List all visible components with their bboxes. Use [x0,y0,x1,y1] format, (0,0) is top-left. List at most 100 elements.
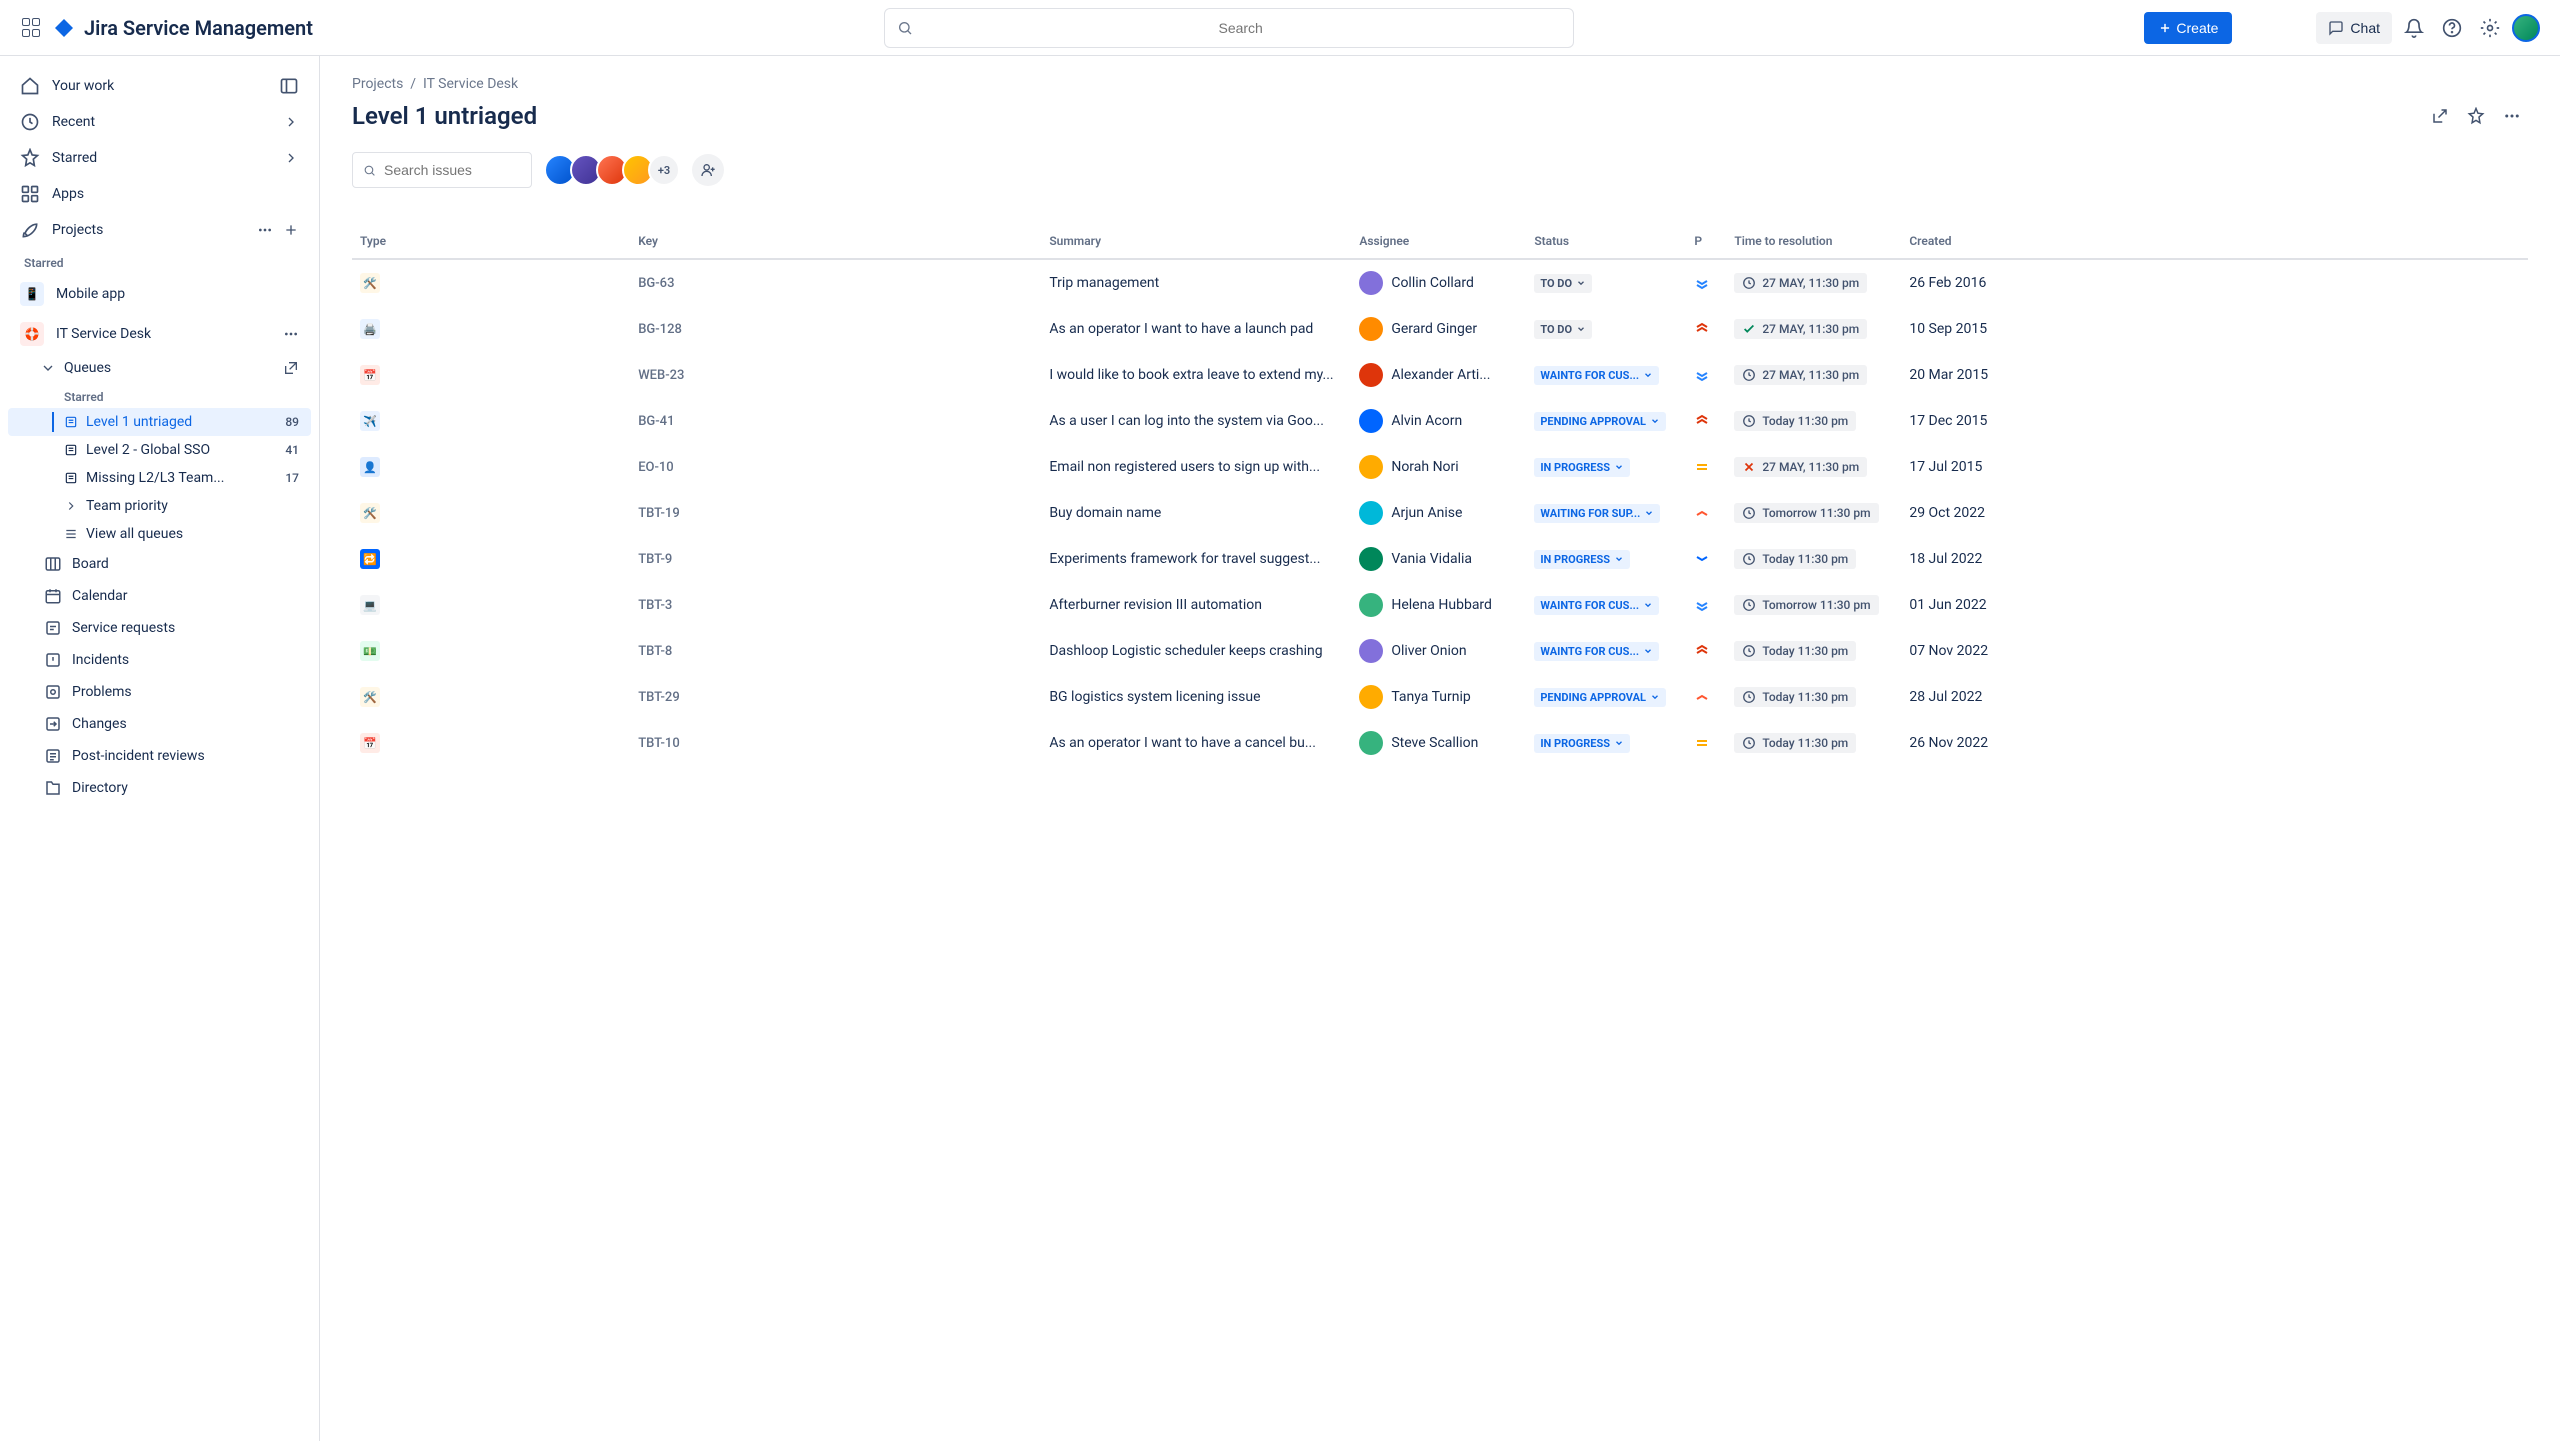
help-button[interactable] [2436,12,2468,44]
nav-your-work[interactable]: Your work [8,68,311,104]
issue-key[interactable]: TBT-8 [630,628,1041,674]
nav-recent[interactable]: Recent [8,104,311,140]
add-assignee[interactable] [692,154,724,186]
project-mobile-app[interactable]: 📱 Mobile app [8,274,311,314]
col-time[interactable]: Time to resolution [1726,224,1901,259]
table-row[interactable]: 🔁 TBT-9 Experiments framework for travel… [352,536,2528,582]
table-row[interactable]: 🛠️ TBT-19 Buy domain name Arjun Anise WA… [352,490,2528,536]
issue-summary[interactable]: As an operator I want to have a launch p… [1041,306,1351,352]
issue-search-input[interactable] [384,162,521,178]
col-type[interactable]: Type [352,224,630,259]
assignee-cell[interactable]: Oliver Onion [1359,639,1518,663]
status-lozenge[interactable]: IN PROGRESS [1534,734,1630,753]
priority-cell[interactable] [1686,352,1726,398]
assignee-cell[interactable]: Alexander Arti... [1359,363,1518,387]
popout-icon[interactable] [283,360,299,376]
status-lozenge[interactable]: WAINTG FOR CUS... [1534,366,1659,385]
issue-summary[interactable]: I would like to book extra leave to exte… [1041,352,1351,398]
panel-collapse-icon[interactable] [279,76,299,96]
status-lozenge[interactable]: PENDING APPROVAL [1534,412,1666,431]
col-assignee[interactable]: Assignee [1351,224,1526,259]
sidebar-item-problems[interactable]: Problems [8,676,311,708]
global-search[interactable] [884,8,1574,48]
project-more[interactable] [283,326,299,342]
assignee-cell[interactable]: Helena Hubbard [1359,593,1518,617]
table-row[interactable]: 📅 WEB-23 I would like to book extra leav… [352,352,2528,398]
issue-key[interactable]: TBT-3 [630,582,1041,628]
issue-key[interactable]: EO-10 [630,444,1041,490]
breadcrumb-project[interactable]: IT Service Desk [423,76,518,92]
issue-key[interactable]: BG-41 [630,398,1041,444]
status-lozenge[interactable]: WAINTG FOR CUS... [1534,596,1659,615]
status-lozenge[interactable]: TO DO [1534,320,1592,339]
issue-search[interactable] [352,152,532,188]
assignee-cell[interactable]: Arjun Anise [1359,501,1518,525]
col-priority[interactable]: P [1686,224,1726,259]
global-search-input[interactable] [921,20,1561,36]
queues-toggle[interactable]: Queues [8,354,311,382]
col-key[interactable]: Key [630,224,1041,259]
priority-cell[interactable] [1686,259,1726,306]
col-summary[interactable]: Summary [1041,224,1351,259]
sidebar-item-board[interactable]: Board [8,548,311,580]
team-priority[interactable]: Team priority [8,492,311,520]
issue-summary[interactable]: Email non registered users to sign up wi… [1041,444,1351,490]
issue-summary[interactable]: As an operator I want to have a cancel b… [1041,720,1351,766]
assignee-cell[interactable]: Vania Vidalia [1359,547,1518,571]
sidebar-item-directory[interactable]: Directory [8,772,311,804]
priority-cell[interactable] [1686,444,1726,490]
table-row[interactable]: 💵 TBT-8 Dashloop Logistic scheduler keep… [352,628,2528,674]
profile-avatar[interactable] [2512,14,2540,42]
queue-item[interactable]: Level 2 - Global SSO41 [8,436,311,464]
assignee-cell[interactable]: Steve Scallion [1359,731,1518,755]
priority-cell[interactable] [1686,306,1726,352]
nav-apps[interactable]: Apps [8,176,311,212]
issue-summary[interactable]: Dashloop Logistic scheduler keeps crashi… [1041,628,1351,674]
table-row[interactable]: 💻 TBT-3 Afterburner revision III automat… [352,582,2528,628]
more-button[interactable] [2496,100,2528,132]
share-button[interactable] [2424,100,2456,132]
table-row[interactable]: 👤 EO-10 Email non registered users to si… [352,444,2528,490]
create-button[interactable]: Create [2144,12,2232,44]
issue-summary[interactable]: Experiments framework for travel suggest… [1041,536,1351,582]
sidebar-item-changes[interactable]: Changes [8,708,311,740]
assignee-cell[interactable]: Alvin Acorn [1359,409,1518,433]
col-created[interactable]: Created [1901,224,2528,259]
issue-key[interactable]: WEB-23 [630,352,1041,398]
star-button[interactable] [2460,100,2492,132]
notifications-button[interactable] [2398,12,2430,44]
col-status[interactable]: Status [1526,224,1686,259]
settings-button[interactable] [2474,12,2506,44]
project-it-service-desk[interactable]: 🛟 IT Service Desk [8,314,311,354]
priority-cell[interactable] [1686,398,1726,444]
assignee-cell[interactable]: Norah Nori [1359,455,1518,479]
status-lozenge[interactable]: PENDING APPROVAL [1534,688,1666,707]
issue-summary[interactable]: BG logistics system licening issue [1041,674,1351,720]
issue-summary[interactable]: Buy domain name [1041,490,1351,536]
table-row[interactable]: 🖨️ BG-128 As an operator I want to have … [352,306,2528,352]
status-lozenge[interactable]: IN PROGRESS [1534,458,1630,477]
queue-item[interactable]: Level 1 untriaged89 [8,408,311,436]
avatar-more[interactable]: +3 [648,154,680,186]
priority-cell[interactable] [1686,628,1726,674]
issue-summary[interactable]: As a user I can log into the system via … [1041,398,1351,444]
priority-cell[interactable] [1686,490,1726,536]
issue-key[interactable]: TBT-9 [630,536,1041,582]
issue-key[interactable]: TBT-10 [630,720,1041,766]
issue-key[interactable]: TBT-19 [630,490,1041,536]
priority-cell[interactable] [1686,674,1726,720]
sidebar-item-post-incident-reviews[interactable]: Post-incident reviews [8,740,311,772]
issue-key[interactable]: BG-128 [630,306,1041,352]
table-row[interactable]: 🛠️ BG-63 Trip management Collin Collard … [352,259,2528,306]
table-row[interactable]: 🛠️ TBT-29 BG logistics system licening i… [352,674,2528,720]
nav-projects[interactable]: Projects [8,212,311,248]
issue-summary[interactable]: Afterburner revision III automation [1041,582,1351,628]
app-switcher[interactable] [20,16,44,40]
priority-cell[interactable] [1686,582,1726,628]
projects-more[interactable] [257,222,299,238]
assignee-cell[interactable]: Collin Collard [1359,271,1518,295]
issue-key[interactable]: TBT-29 [630,674,1041,720]
priority-cell[interactable] [1686,720,1726,766]
nav-starred[interactable]: Starred [8,140,311,176]
status-lozenge[interactable]: IN PROGRESS [1534,550,1630,569]
